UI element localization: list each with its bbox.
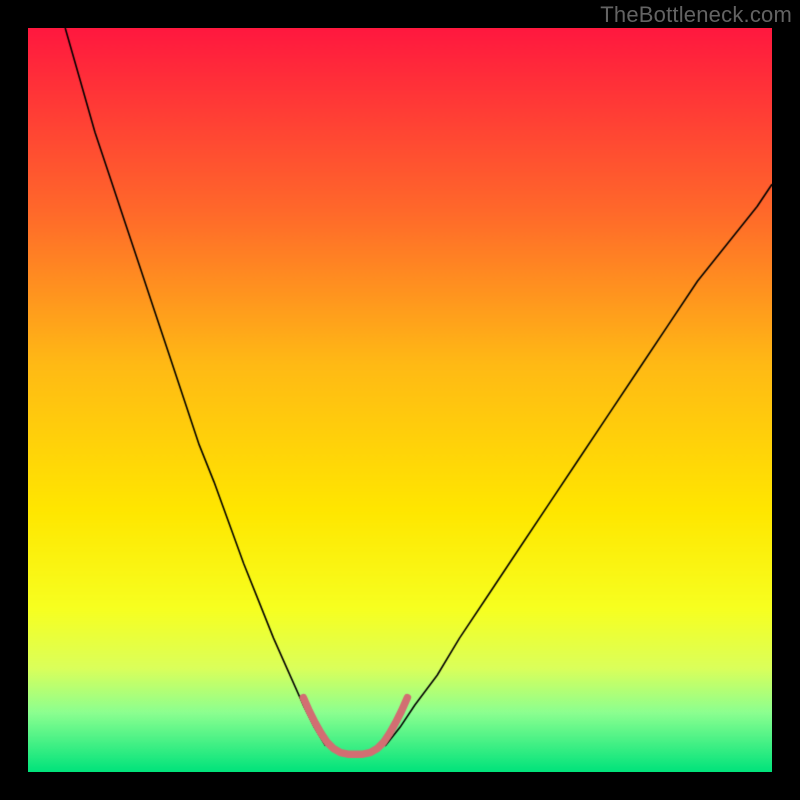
bottleneck-chart-canvas	[28, 28, 772, 772]
watermark-text: TheBottleneck.com	[600, 2, 792, 28]
plot-area	[28, 28, 772, 772]
chart-frame: TheBottleneck.com	[0, 0, 800, 800]
